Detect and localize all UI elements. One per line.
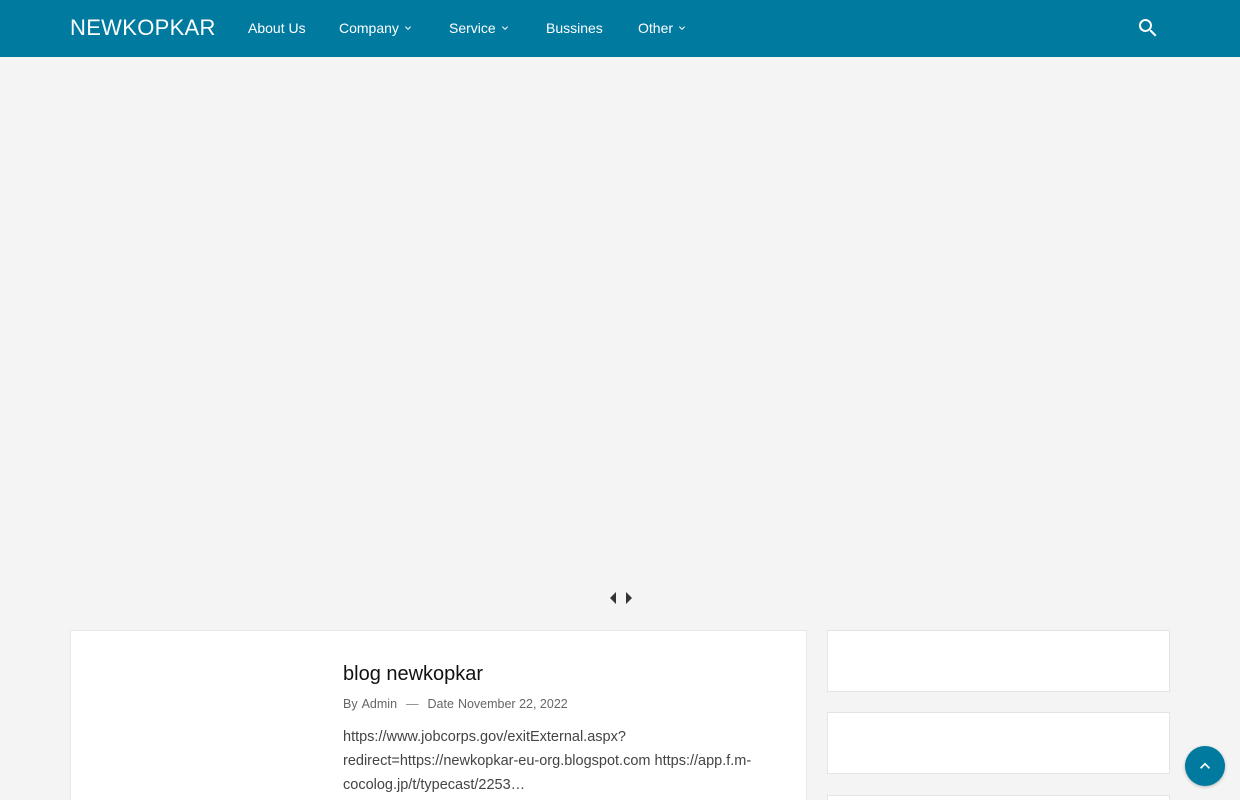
nav-item-label: Company	[339, 20, 399, 36]
nav-item-bussines[interactable]: Bussines	[546, 20, 603, 36]
post-date: November 22, 2022	[457, 697, 568, 711]
top-navbar: NEWKOPKAR About Us Company Service Bussi…	[0, 0, 1240, 57]
post-meta: By Admin — Date November 22, 2022	[343, 697, 568, 711]
meta-separator: —	[406, 697, 419, 711]
nav-item-label: Bussines	[546, 20, 603, 36]
chevron-down-icon	[404, 26, 411, 30]
chevron-up-icon	[1200, 762, 1210, 769]
nav-item-label: About Us	[248, 20, 306, 36]
post-card: blog newkopkar By Admin — Date November …	[70, 630, 807, 800]
slider-controls	[608, 590, 634, 606]
post-excerpt: https://www.jobcorps.gov/exitExternal.as…	[343, 729, 752, 793]
sidebar-widget	[827, 795, 1170, 800]
nav-item-about-us[interactable]: About Us	[248, 20, 306, 36]
by-label: By	[343, 697, 358, 711]
nav-item-service[interactable]: Service	[449, 20, 511, 36]
nav-item-company[interactable]: Company	[339, 20, 414, 36]
nav-item-label: Service	[449, 20, 496, 36]
post-title[interactable]: blog newkopkar	[343, 663, 483, 686]
sidebar-widget	[827, 630, 1170, 692]
caret-right-icon[interactable]	[624, 590, 634, 606]
chevron-down-icon	[501, 26, 508, 30]
date-label: Date	[427, 697, 454, 711]
sidebar-widget	[827, 712, 1170, 774]
caret-left-icon[interactable]	[608, 590, 618, 606]
back-to-top-button[interactable]	[1185, 746, 1225, 786]
search-icon[interactable]	[1136, 16, 1160, 40]
site-brand[interactable]: NEWKOPKAR	[70, 15, 216, 41]
post-author[interactable]: Admin	[362, 697, 397, 711]
nav-item-label: Other	[638, 20, 674, 36]
nav-item-other[interactable]: Other	[638, 20, 688, 36]
chevron-down-icon	[679, 26, 686, 30]
